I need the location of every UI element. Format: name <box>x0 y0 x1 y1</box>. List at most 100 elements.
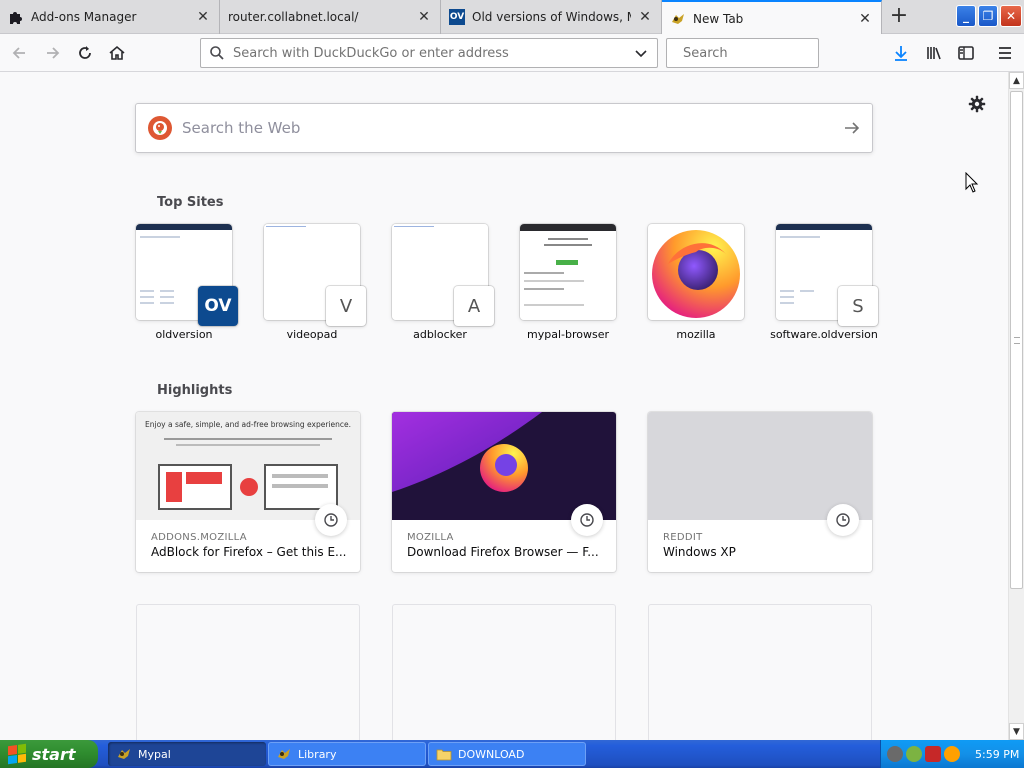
web-search-input[interactable] <box>182 119 832 137</box>
sidebar-button[interactable] <box>953 40 979 66</box>
highlight-card-reddit[interactable]: REDDIT Windows XP <box>648 412 872 572</box>
close-window-button[interactable]: ✕ <box>1000 5 1022 27</box>
taskbar-item-download[interactable]: DOWNLOAD <box>428 742 586 766</box>
highlight-placeholder <box>136 604 360 740</box>
card-image-caption: Enjoy a safe, simple, and ad-free browsi… <box>145 420 351 429</box>
site-thumbnail: V <box>264 224 366 326</box>
tab-title: New Tab <box>693 11 744 26</box>
highlight-placeholder <box>392 604 616 740</box>
downloads-button[interactable] <box>888 40 914 66</box>
tray-app-icon[interactable] <box>944 746 960 762</box>
vertical-scrollbar[interactable]: ▲ ▼ <box>1008 72 1024 740</box>
tab-close-icon[interactable]: ✕ <box>416 9 432 25</box>
home-button[interactable] <box>104 40 130 66</box>
tab-title: Old versions of Windows, Mac and <box>472 10 631 24</box>
minimize-button[interactable]: _ <box>956 5 976 27</box>
clock-icon <box>315 504 347 536</box>
new-tab-button[interactable]: + <box>886 5 912 29</box>
tab-strip: Add-ons Manager ✕ router.collabnet.local… <box>0 0 1024 35</box>
firefox-logo-icon <box>652 230 740 318</box>
site-label: oldversion <box>155 328 213 341</box>
scrollbar-thumb[interactable] <box>1010 91 1023 589</box>
tab-close-icon[interactable]: ✕ <box>857 11 873 27</box>
site-label: software.oldversion <box>770 328 878 341</box>
tray-app-icon[interactable] <box>887 746 903 762</box>
top-site-oldversion[interactable]: OV oldversion <box>136 224 238 341</box>
gear-icon[interactable] <box>968 95 986 113</box>
forward-button[interactable] <box>40 40 66 66</box>
highlight-placeholder <box>648 604 872 740</box>
card-title: Download Firefox Browser — F... <box>407 545 599 559</box>
card-title: Windows XP <box>663 545 736 559</box>
puzzle-icon <box>8 9 24 25</box>
site-letter-tile: S <box>838 286 878 326</box>
address-bar[interactable] <box>200 38 658 68</box>
tab-oldversion[interactable]: OV Old versions of Windows, Mac and ✕ <box>441 0 662 34</box>
top-site-mozilla[interactable]: mozilla <box>648 224 744 341</box>
menu-button[interactable] <box>992 40 1018 66</box>
back-button[interactable] <box>6 40 32 66</box>
search-bar[interactable] <box>666 38 853 68</box>
taskbar-item-library[interactable]: Library <box>268 742 426 766</box>
site-thumbnail: S <box>776 224 878 326</box>
mouse-cursor-icon <box>965 172 979 193</box>
search-icon <box>210 46 224 60</box>
address-input[interactable] <box>233 45 631 61</box>
navigation-toolbar <box>0 34 1024 72</box>
card-source: MOZILLA <box>407 532 454 543</box>
tab-title: router.collabnet.local/ <box>228 10 359 24</box>
site-thumbnail <box>520 224 616 320</box>
windows-logo-icon <box>8 743 26 765</box>
tab-new-tab[interactable]: New Tab ✕ <box>662 0 882 35</box>
reload-button[interactable] <box>72 40 98 66</box>
search-input[interactable] <box>683 45 853 61</box>
taskbar-item-mypal[interactable]: Mypal <box>108 742 266 766</box>
start-label: start <box>32 744 76 764</box>
site-label: adblocker <box>413 328 467 341</box>
site-thumbnail: OV <box>136 224 238 326</box>
duckduckgo-icon <box>148 116 172 140</box>
clock-icon <box>571 504 603 536</box>
top-site-mypal-browser[interactable]: mypal-browser <box>520 224 616 341</box>
web-search-box[interactable] <box>135 103 873 153</box>
maximize-button[interactable]: ❐ <box>978 5 998 27</box>
site-label: mypal-browser <box>527 328 609 341</box>
site-thumbnail <box>648 224 744 320</box>
forward-arrow-icon <box>47 47 60 59</box>
shield-icon[interactable] <box>925 746 941 762</box>
system-tray: 5:59 PM <box>880 740 1024 768</box>
taskbar-item-label: Mypal <box>138 747 171 761</box>
top-site-adblocker[interactable]: A adblocker <box>392 224 494 341</box>
highlights-heading: Highlights <box>157 383 233 398</box>
clock-icon <box>827 504 859 536</box>
windows-taskbar: start Mypal Library DOWNLOAD 5:59 PM <box>0 740 1024 768</box>
top-sites-heading: Top Sites <box>157 195 224 210</box>
start-button[interactable]: start <box>0 740 98 768</box>
network-icon[interactable] <box>906 746 922 762</box>
back-arrow-icon <box>12 47 25 59</box>
site-label: videopad <box>286 328 338 341</box>
tab-router[interactable]: router.collabnet.local/ ✕ <box>220 0 441 34</box>
highlight-card-firefox[interactable]: MOZILLA Download Firefox Browser — F... <box>392 412 616 572</box>
site-label: mozilla <box>676 328 716 341</box>
top-site-videopad[interactable]: V videopad <box>264 224 366 341</box>
oldversion-logo: OV <box>198 286 238 326</box>
mypal-icon <box>116 746 132 762</box>
taskbar-clock[interactable]: 5:59 PM <box>975 748 1019 761</box>
library-button[interactable] <box>921 40 947 66</box>
new-tab-page: Top Sites OV oldversion V videopad <box>0 72 1008 740</box>
chevron-down-icon[interactable] <box>631 43 651 63</box>
tab-addons-manager[interactable]: Add-ons Manager ✕ <box>0 0 220 34</box>
download-icon <box>895 46 907 61</box>
arrow-right-icon[interactable] <box>832 104 872 152</box>
scroll-up-icon[interactable]: ▲ <box>1009 72 1024 89</box>
site-letter-tile: A <box>454 286 494 326</box>
card-source: ADDONS.MOZILLA <box>151 532 247 543</box>
oldversion-icon: OV <box>449 9 465 25</box>
tab-close-icon[interactable]: ✕ <box>195 9 211 25</box>
top-site-software-oldversion[interactable]: S software.oldversion <box>770 224 878 341</box>
mypal-icon <box>276 746 292 762</box>
tab-close-icon[interactable]: ✕ <box>637 9 653 25</box>
scroll-down-icon[interactable]: ▼ <box>1009 723 1024 740</box>
highlight-card-adblock[interactable]: Enjoy a safe, simple, and ad-free browsi… <box>136 412 360 572</box>
